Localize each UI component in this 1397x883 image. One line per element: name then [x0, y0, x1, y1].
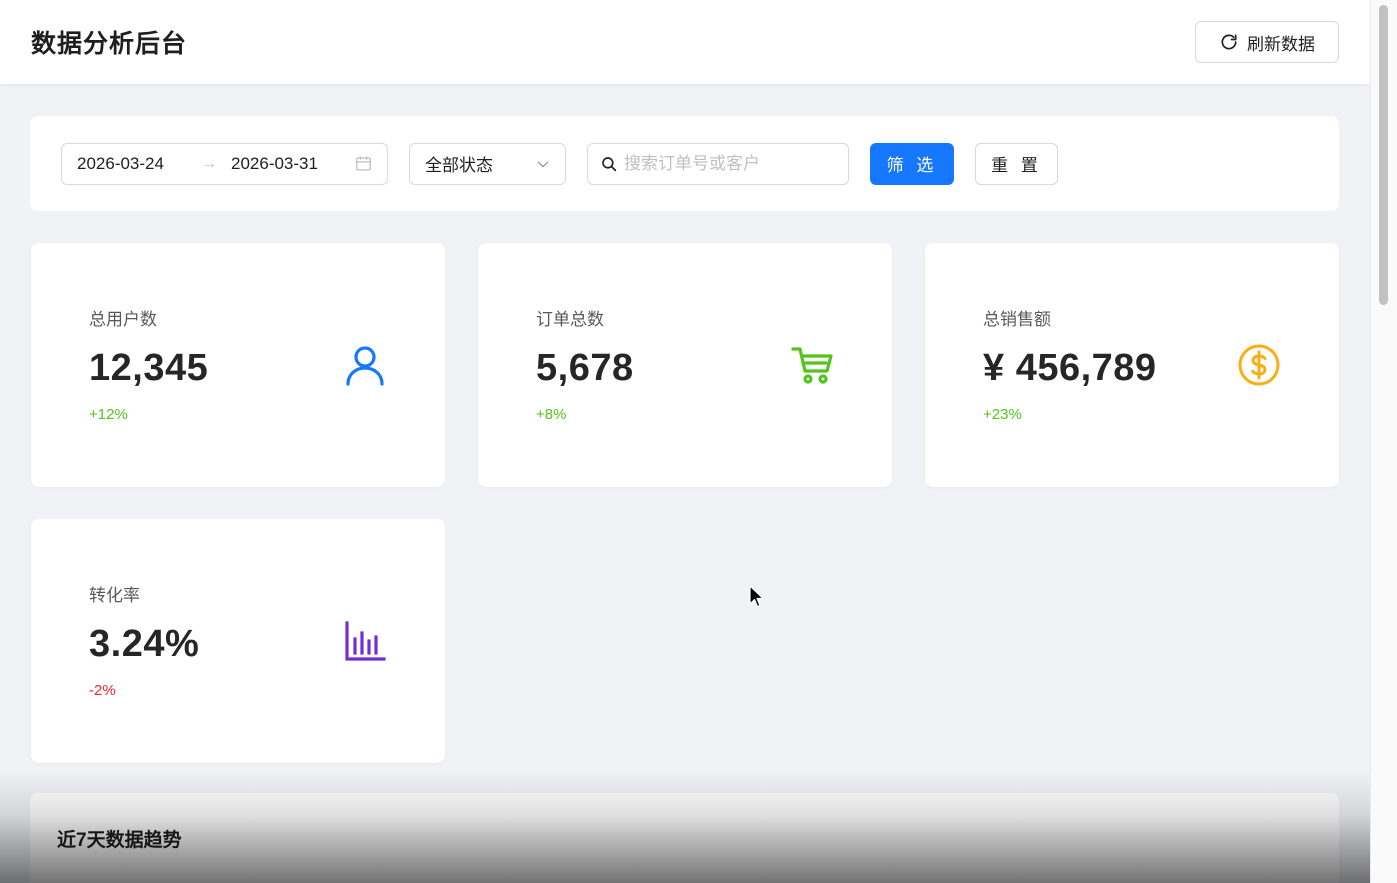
reset-button[interactable]: 重 置 — [975, 142, 1058, 185]
filter-bar: 2026-03-24 → 2026-03-31 全部状态 筛 选 重 — [30, 116, 1339, 211]
stat-value: 5,678 — [536, 347, 634, 389]
refresh-icon — [1221, 34, 1237, 50]
stat-label: 转化率 — [89, 586, 140, 605]
shopping-cart-icon — [791, 347, 833, 384]
stat-card-conversion: 转化率 3.24% -2% — [31, 519, 445, 763]
stat-value: 12,345 — [89, 347, 209, 389]
search-box[interactable] — [587, 142, 849, 185]
stat-card-orders: 订单总数 5,678 +8% — [478, 243, 892, 487]
trend-card: 近7天数据趋势 — [30, 793, 1339, 883]
user-icon — [346, 346, 384, 386]
stat-label: 订单总数 — [536, 310, 604, 329]
stat-change: +23% — [983, 406, 1022, 423]
bar-chart-icon — [345, 621, 386, 661]
stat-change: +8% — [536, 406, 567, 423]
search-icon — [602, 156, 617, 171]
stat-card-users: 总用户数 12,345 +12% — [31, 243, 445, 487]
status-select-value: 全部状态 — [425, 156, 493, 175]
search-input[interactable] — [624, 153, 834, 174]
range-arrow-icon: → — [201, 154, 217, 172]
status-select[interactable]: 全部状态 — [409, 142, 566, 185]
page-header: 数据分析后台 刷新数据 — [0, 0, 1370, 84]
refresh-data-button[interactable]: 刷新数据 — [1195, 21, 1339, 63]
stat-card-sales: 总销售额 ¥ 456,789 +23% — [925, 243, 1339, 487]
mouse-cursor-icon — [749, 585, 764, 608]
end-date[interactable]: 2026-03-31 — [231, 154, 351, 174]
scrollbar-thumb[interactable] — [1379, 5, 1388, 305]
date-range-picker[interactable]: 2026-03-24 → 2026-03-31 — [61, 142, 388, 185]
stat-value: ¥ 456,789 — [983, 347, 1157, 389]
refresh-button-label: 刷新数据 — [1247, 34, 1315, 54]
chevron-down-icon — [537, 160, 549, 167]
start-date[interactable]: 2026-03-24 — [77, 154, 197, 174]
stat-label: 总销售额 — [983, 310, 1051, 329]
dollar-circle-icon — [1238, 344, 1280, 386]
stat-change: +12% — [89, 406, 128, 423]
stat-change: -2% — [89, 682, 116, 699]
stat-value: 3.24% — [89, 623, 200, 665]
vertical-scrollbar[interactable] — [1370, 0, 1397, 883]
app-root: 数据分析后台 刷新数据 2026-03-24 → 2026-03-31 全部状态 — [0, 0, 1397, 883]
calendar-icon — [356, 156, 371, 171]
trend-title: 近7天数据趋势 — [57, 830, 182, 851]
page-title: 数据分析后台 — [31, 30, 188, 58]
stat-label: 总用户数 — [89, 310, 157, 329]
filter-button[interactable]: 筛 选 — [870, 142, 954, 185]
